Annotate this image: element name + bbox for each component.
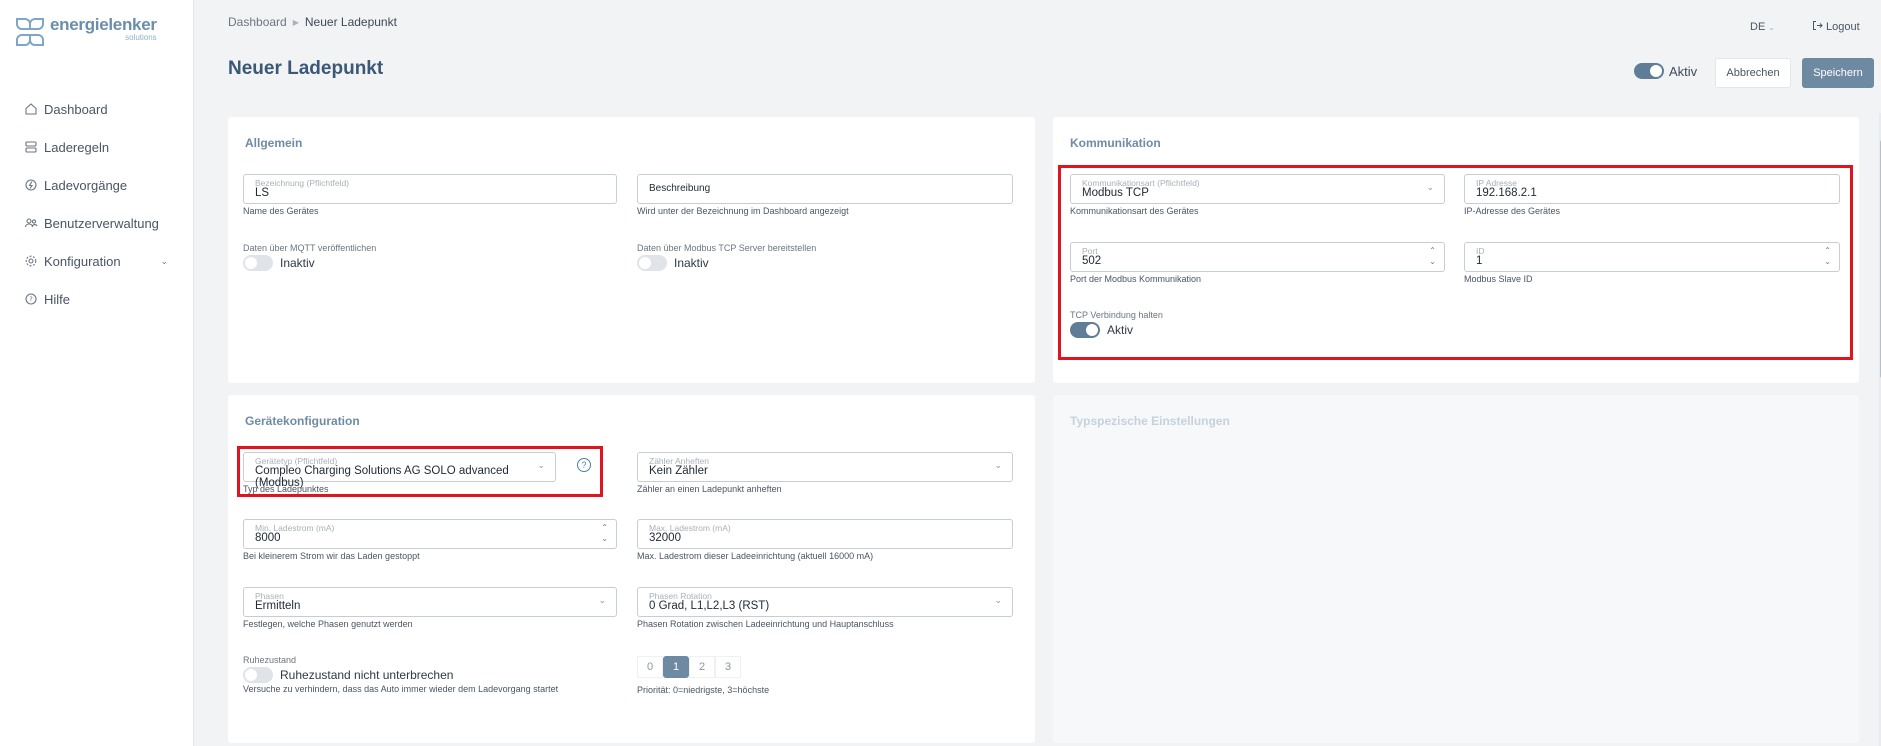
sidebar-item-label: Hilfe bbox=[44, 291, 71, 307]
rules-icon bbox=[24, 140, 38, 154]
breadcrumb-current: Neuer Ladepunkt bbox=[304, 15, 397, 29]
active-switch[interactable] bbox=[1634, 63, 1664, 79]
sidebar-item-label: Konfiguration bbox=[44, 253, 121, 269]
stepper-arrows-icon[interactable]: ⌃ ⌄ bbox=[601, 522, 608, 544]
card-kommunikation: Kommunikation Kommunikationsart (Pflicht… bbox=[1053, 117, 1859, 383]
sidebar-item-hilfe[interactable]: ? Hilfe bbox=[0, 280, 194, 318]
field-placeholder: Beschreibung bbox=[649, 183, 711, 194]
field-value: LS bbox=[255, 187, 270, 199]
logo-subtext: solutions bbox=[125, 33, 157, 42]
chevron-down-icon: ⌄ bbox=[994, 595, 1002, 605]
logout-label: Logout bbox=[1826, 21, 1860, 33]
chevron-down-icon: ⌄ bbox=[598, 595, 606, 605]
card-title: Allgemein bbox=[245, 136, 303, 150]
logo-icon bbox=[16, 18, 44, 46]
ruhezustand-state: Ruhezustand nicht unterbrechen bbox=[280, 668, 454, 682]
logout-icon bbox=[1812, 20, 1823, 34]
field-label: Bezeichnung (Pflichtfeld) bbox=[255, 178, 350, 188]
card-title: Kommunikation bbox=[1070, 136, 1161, 150]
home-icon bbox=[24, 102, 38, 116]
mqtt-switch[interactable] bbox=[243, 255, 273, 271]
cancel-button[interactable]: Abbrechen bbox=[1715, 58, 1791, 88]
modbus-toggle[interactable]: Inaktiv bbox=[637, 255, 709, 271]
chevron-down-icon: ⌄ bbox=[160, 255, 168, 266]
chevron-down-icon: ⌄ bbox=[994, 460, 1002, 470]
ruhezustand-toggle[interactable]: Ruhezustand nicht unterbrechen bbox=[243, 667, 453, 683]
active-toggle[interactable]: Aktiv bbox=[1634, 63, 1697, 79]
active-label: Aktiv bbox=[1669, 63, 1698, 79]
ruhezustand-switch[interactable] bbox=[243, 667, 273, 683]
phasen-select[interactable]: Phasen Ermitteln ⌄ bbox=[243, 587, 617, 617]
card-geraetekonfiguration: Gerätekonfiguration Gerätetyp (Pflichtfe… bbox=[228, 395, 1035, 743]
mqtt-toggle[interactable]: Inaktiv bbox=[243, 255, 315, 271]
sidebar-item-konfiguration[interactable]: Konfiguration ⌄ bbox=[0, 242, 194, 280]
field-hint: Wird unter der Bezeichnung im Dashboard … bbox=[637, 206, 849, 216]
main-content: Dashboard ▶ Neuer Ladepunkt Neuer Ladepu… bbox=[194, 0, 1881, 746]
min-ladestrom-stepper[interactable]: Min. Ladestrom (mA) 8000 ⌃ ⌄ bbox=[243, 519, 617, 549]
field-value: 0 Grad, L1,L2,L3 (RST) bbox=[649, 600, 770, 612]
save-button[interactable]: Speichern bbox=[1802, 58, 1874, 88]
phasen-rotation-select[interactable]: Phasen Rotation 0 Grad, L1,L2,L3 (RST) ⌄ bbox=[637, 587, 1013, 617]
sidebar-item-laderegeln[interactable]: Laderegeln bbox=[0, 128, 194, 166]
priority-option-2[interactable]: 2 bbox=[689, 656, 715, 678]
field-hint: Phasen Rotation zwischen Ladeeinrichtung… bbox=[637, 619, 894, 629]
field-hint: Festlegen, welche Phasen genutzt werden bbox=[243, 619, 413, 629]
mqtt-label: Daten über MQTT veröffentlichen bbox=[243, 243, 377, 253]
page-title: Neuer Ladepunkt bbox=[228, 58, 384, 79]
priority-option-1[interactable]: 1 bbox=[663, 656, 689, 678]
field-hint: Versuche zu verhindern, dass das Auto im… bbox=[243, 684, 559, 694]
logo[interactable]: energielenker solutions bbox=[14, 16, 157, 48]
sidebar-item-dashboard[interactable]: Dashboard bbox=[0, 90, 194, 128]
priority-option-0[interactable]: 0 bbox=[637, 656, 663, 678]
bezeichnung-field[interactable]: Bezeichnung (Pflichtfeld) LS bbox=[243, 174, 617, 204]
modbus-label: Daten über Modbus TCP Server bereitstell… bbox=[637, 243, 817, 253]
sidebar-item-label: Ladevorgänge bbox=[44, 177, 128, 193]
ruhezustand-label: Ruhezustand bbox=[243, 655, 297, 665]
logo-text: energielenker bbox=[50, 15, 157, 34]
sidebar-nav: Dashboard Laderegeln Ladevorgänge Benutz… bbox=[0, 90, 194, 318]
field-value: Ermitteln bbox=[255, 600, 301, 612]
card-typspezifisch: Typspezische Einstellungen bbox=[1053, 395, 1859, 743]
priority-option-3[interactable]: 3 bbox=[715, 656, 741, 678]
highlight-box bbox=[1058, 165, 1853, 360]
highlight-box bbox=[237, 446, 603, 497]
mqtt-state: Inaktiv bbox=[280, 256, 315, 270]
help-icon: ? bbox=[24, 292, 38, 306]
sidebar-item-label: Dashboard bbox=[44, 101, 108, 117]
field-hint: Bei kleinerem Strom wir das Laden gestop… bbox=[243, 551, 420, 561]
gear-icon bbox=[24, 254, 38, 268]
zaehler-select[interactable]: Zähler Anheften Kein Zähler ⌄ bbox=[637, 452, 1013, 482]
field-value: Kein Zähler bbox=[649, 465, 708, 477]
modbus-state: Inaktiv bbox=[674, 256, 709, 270]
field-hint: Max. Ladestrom dieser Ladeeinrichtung (a… bbox=[637, 551, 874, 561]
language-value: DE bbox=[1750, 21, 1766, 33]
sidebar-item-label: Benutzerverwaltung bbox=[44, 215, 159, 231]
sidebar-item-label: Laderegeln bbox=[44, 139, 110, 155]
users-icon bbox=[24, 216, 38, 230]
sidebar: energielenker solutions Dashboard Ladere… bbox=[0, 0, 194, 746]
language-select[interactable]: DE ⌄ bbox=[1750, 21, 1775, 33]
priority-selector[interactable]: 0 1 2 3 bbox=[637, 656, 741, 678]
logout-button[interactable]: Logout bbox=[1812, 20, 1860, 34]
card-title: Typspezische Einstellungen bbox=[1070, 414, 1230, 428]
beschreibung-field[interactable]: Beschreibung bbox=[637, 174, 1013, 204]
sidebar-item-benutzerverwaltung[interactable]: Benutzerverwaltung bbox=[0, 204, 194, 242]
field-hint: Priorität: 0=niedrigste, 3=höchste bbox=[637, 685, 770, 695]
breadcrumb-separator-icon: ▶ bbox=[292, 17, 299, 27]
field-value: 8000 bbox=[255, 532, 281, 544]
chevron-down-icon: ⌄ bbox=[1768, 23, 1775, 32]
modbus-switch[interactable] bbox=[637, 255, 667, 271]
max-ladestrom-field[interactable]: Max. Ladestrom (mA) 32000 bbox=[637, 519, 1013, 549]
charging-icon bbox=[24, 178, 38, 192]
field-value: 32000 bbox=[649, 532, 681, 544]
svg-text:?: ? bbox=[29, 296, 33, 304]
breadcrumb-dashboard-link[interactable]: Dashboard bbox=[228, 15, 287, 29]
card-allgemein: Allgemein Bezeichnung (Pflichtfeld) LS N… bbox=[228, 117, 1035, 383]
card-title: Gerätekonfiguration bbox=[245, 414, 360, 428]
breadcrumb: Dashboard ▶ Neuer Ladepunkt bbox=[228, 15, 397, 29]
sidebar-item-ladevorgaenge[interactable]: Ladevorgänge bbox=[0, 166, 194, 204]
field-hint: Zähler an einen Ladepunkt anheften bbox=[637, 484, 782, 494]
field-hint: Name des Gerätes bbox=[243, 206, 319, 216]
